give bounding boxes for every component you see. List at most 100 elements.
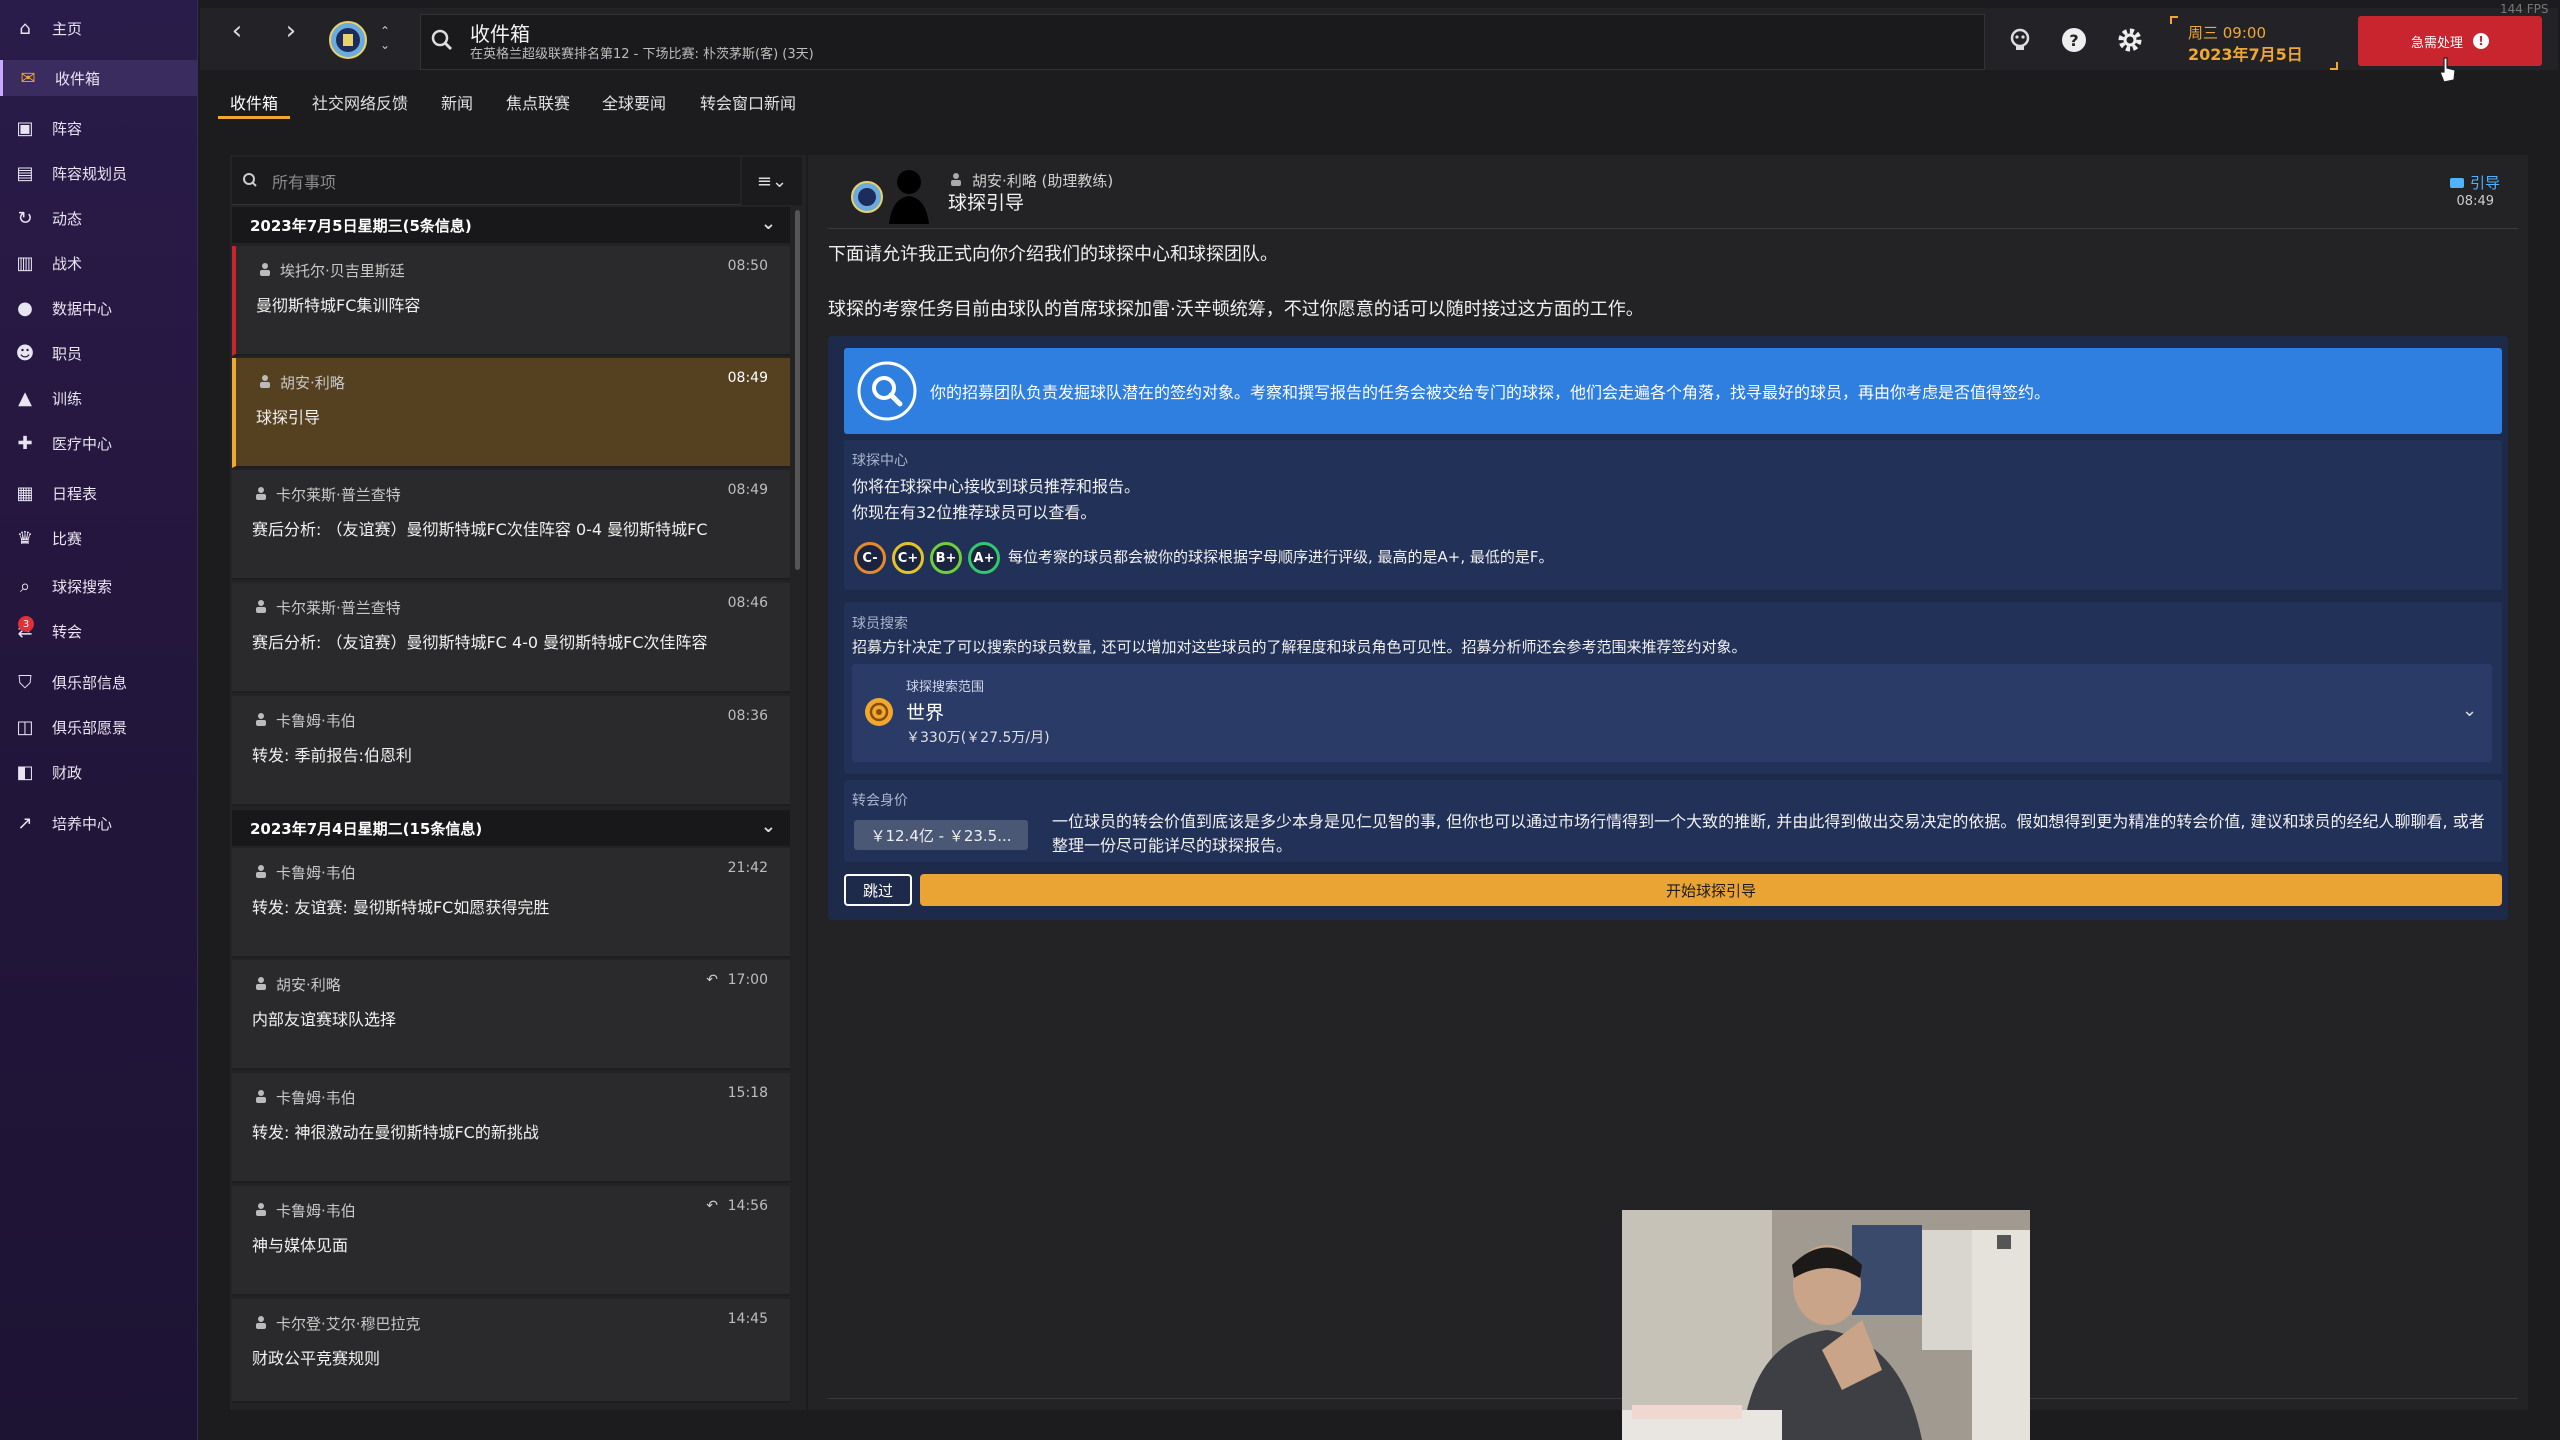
message-paragraph: 球探的考察任务目前由球队的首席球探加雷·沃辛顿统筹，不过你愿意的话可以随时接过这… (828, 299, 1644, 320)
inbox-message[interactable]: 卡尔登·艾尔·穆巴拉克 14:45 财政公平竞赛规则 (232, 1299, 790, 1403)
manager-icon[interactable] (2006, 26, 2034, 54)
chevron-down-icon[interactable]: ⌄ (2462, 700, 2477, 721)
inbox-message[interactable]: 胡安·利略 ↶ 17:00 内部友谊赛球队选择 (232, 960, 790, 1070)
search-icon (243, 173, 257, 187)
person-icon (256, 600, 266, 613)
sidebar-item[interactable]: ◫ 俱乐部愿景 (0, 709, 198, 745)
sidebar-item[interactable]: ✉ 收件箱 (0, 60, 198, 96)
sidebar-item[interactable]: ⛉ 俱乐部信息 (0, 664, 198, 700)
inbox-message[interactable]: 卡鲁姆·韦伯 15:18 转发: 神很激动在曼彻斯特城FC的新挑战 (232, 1073, 790, 1183)
person-icon (256, 1090, 266, 1103)
filter-menu-icon[interactable]: ≡⌄ (742, 157, 802, 205)
tab-news[interactable]: 新闻 (441, 90, 473, 114)
sidebar-item-label: 俱乐部信息 (52, 673, 128, 692)
grade-explanation: 每位考察的球员都会被你的球探根据字母顺序进行评级, 最高的是A+, 最低的是F。 (1008, 548, 1554, 566)
section-text: 招募方针决定了可以搜索的球员数量, 还可以增加对这些球员的了解程度和球员角色可见… (852, 638, 1747, 656)
current-date: 2023年7月5日 (2188, 45, 2303, 64)
medical-icon: ✚ (17, 432, 33, 454)
tab-global-news[interactable]: 全球要闻 (602, 90, 666, 114)
sidebar-item-label: 球探搜索 (52, 577, 113, 596)
fps-counter: 144 FPS (2500, 2, 2549, 16)
finance-icon: ◧ (16, 761, 34, 783)
help-icon[interactable]: ? (2060, 26, 2088, 54)
dynamics-icon: ↻ (17, 207, 33, 229)
section-title: 球员搜索 (852, 616, 908, 632)
group-label: 2023年7月4日星期二(15条信息) (250, 819, 483, 838)
sidebar-item[interactable]: ✚ 医疗中心 (0, 425, 198, 461)
start-scouting-guide-button[interactable]: 开始球探引导 (920, 874, 2502, 906)
message-paragraph: 下面请允许我正式向你介绍我们的球探中心和球探团队。 (828, 244, 1278, 265)
tab-transfer-window-news[interactable]: 转会窗口新闻 (700, 90, 796, 114)
sidebar-item[interactable]: ▲ 训练 (0, 380, 198, 416)
message-sender: 卡鲁姆·韦伯 (276, 712, 356, 730)
data-hub-icon: ● (17, 297, 33, 319)
sidebar-item[interactable]: ▥ 战术 (0, 245, 198, 281)
chevron-down-icon[interactable]: ⌄ (761, 213, 776, 234)
guide-tag: 引导 (2449, 172, 2500, 193)
tag-icon (2449, 177, 2464, 188)
inbox-message[interactable]: 卡鲁姆·韦伯 08:36 转发: 季前报告:伯恩利 (232, 696, 790, 806)
inbox-message[interactable]: 卡鲁姆·韦伯 ↶ 14:56 神与媒体见面 (232, 1186, 790, 1296)
forward-arrow-icon[interactable]: › (278, 18, 304, 44)
globe-icon (865, 698, 893, 726)
game-date[interactable]: 周三 09:00 2023年7月5日 (2188, 22, 2303, 66)
tab-inbox[interactable]: 收件箱 (230, 90, 278, 114)
message-sender: 卡尔莱斯·普兰查特 (276, 599, 401, 617)
grade-badge: C- (854, 542, 886, 574)
club-switch-icon[interactable]: ⌃ ⌄ (380, 24, 390, 52)
sidebar: ⌂ 主页 ✉ 收件箱 ▣ 阵容 ▤ 阵容规划员 ↻ 动态 ▥ 战术 ● 数据中心 ☻ 职员 ▲ 训练 ✚ 医疗中心 ▦ 日… (0, 0, 198, 1440)
sidebar-item[interactable]: ▤ 阵容规划员 (0, 155, 198, 191)
sidebar-item[interactable]: ↗ 培养中心 (0, 805, 198, 841)
sidebar-item[interactable]: ♛ 比赛 (0, 520, 198, 556)
person-icon (951, 173, 961, 186)
date-group-header[interactable]: 2023年7月4日星期二(15条信息) ⌄ (232, 810, 790, 846)
sidebar-item-label: 动态 (52, 209, 83, 228)
notification-badge: 3 (18, 616, 34, 632)
staff-icon: ☻ (15, 342, 35, 364)
date-group-header[interactable]: 2023年7月5日星期三(5条信息) ⌄ (232, 207, 790, 243)
home-icon: ⌂ (19, 17, 31, 39)
scrollbar[interactable] (795, 210, 800, 570)
club-crest-icon[interactable] (328, 20, 368, 60)
staff-avatar (889, 170, 929, 224)
sidebar-item[interactable]: ↻ 动态 (0, 200, 198, 236)
sidebar-item[interactable]: ⇄3 转会 (0, 613, 198, 649)
sidebar-item[interactable]: ⌕ 球探搜索 (0, 568, 198, 604)
training-icon: ▲ (18, 387, 32, 409)
message-sender: 埃托尔·贝吉里斯廷 (280, 262, 405, 280)
streamer-video (1622, 1210, 2030, 1440)
transfers-icon: ⇄3 (14, 616, 36, 642)
gear-icon[interactable] (2116, 26, 2144, 54)
inbox-message[interactable]: 卡尔莱斯·普兰查特 08:46 赛后分析: （友谊赛）曼彻斯特城FC 4-0 曼彻斯… (232, 583, 790, 693)
sidebar-item[interactable]: ⌂ 主页 (0, 10, 198, 46)
search-icon (431, 29, 453, 51)
tab-focus-league[interactable]: 焦点联赛 (506, 90, 570, 114)
grade-badge: A+ (968, 542, 1000, 574)
sidebar-item[interactable]: ▣ 阵容 (0, 110, 198, 146)
transfer-value-range[interactable]: ￥12.4亿 - ￥23.5... (854, 820, 1028, 850)
shirt-icon: ▣ (16, 117, 34, 139)
back-arrow-icon[interactable]: ‹ (224, 18, 250, 44)
tab-social-feedback[interactable]: 社交网络反馈 (312, 90, 408, 114)
inbox-message[interactable]: 埃托尔·贝吉里斯廷 08:50 曼彻斯特城FC集训阵容 (232, 246, 790, 356)
inbox-message[interactable]: 卡尔莱斯·普兰查特 08:49 赛后分析: （友谊赛）曼彻斯特城FC次佳阵容 0-4… (232, 470, 790, 580)
sidebar-item[interactable]: ◧ 财政 (0, 754, 198, 790)
inbox-message[interactable]: 胡安·利略 08:49 球探引导 (232, 358, 790, 468)
scouting-range-dropdown[interactable] (852, 664, 2492, 762)
clipboard-icon: ▤ (16, 162, 34, 184)
sidebar-item[interactable]: ● 数据中心 (0, 290, 198, 326)
sidebar-item[interactable]: ☻ 职员 (0, 335, 198, 371)
inbox-message[interactable]: 卡鲁姆·韦伯 21:42 转发: 友谊赛: 曼彻斯特城FC如愿获得完胜 (232, 848, 790, 958)
sidebar-item[interactable]: ▦ 日程表 (0, 475, 198, 511)
divider (828, 228, 2518, 229)
chevron-down-icon[interactable]: ⌄ (761, 816, 776, 837)
skip-button[interactable]: 跳过 (844, 874, 912, 906)
message-sender: 胡安·利略 (280, 374, 345, 392)
mouse-cursor-icon (2439, 57, 2456, 83)
message-time: 14:56 (727, 1198, 768, 1214)
date-corner-icon (2330, 62, 2338, 70)
message-time: 08:49 (727, 370, 768, 386)
league-position-subtitle: 在英格兰超级联赛排名第12 - 下场比赛: 朴茨茅斯(客) (3天) (470, 47, 814, 62)
day-time: 周三 09:00 (2188, 24, 2266, 42)
message-subject: 内部友谊赛球队选择 (252, 1010, 397, 1029)
